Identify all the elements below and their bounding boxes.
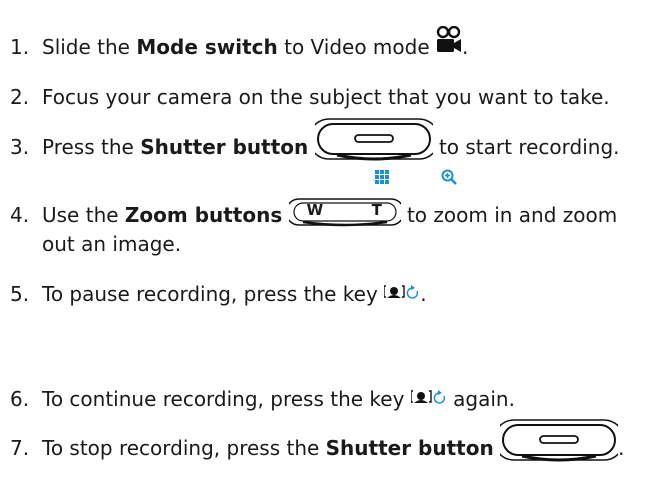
step-7: 7. To stop recording, press the Shutter b… xyxy=(10,418,625,462)
step-bold-term: Shutter button xyxy=(140,135,309,159)
step-text: Focus your camera on the subject that yo… xyxy=(42,85,610,109)
step-text: . xyxy=(420,282,427,306)
zoom-buttons-icon: W T xyxy=(288,197,401,227)
step-text: . xyxy=(462,35,469,59)
step-number: 5. xyxy=(10,282,30,306)
video-camera-icon xyxy=(436,25,462,52)
step-3: 3. Press the Shutter button to start reco… xyxy=(10,117,620,161)
step-4-continuation: out an image. xyxy=(42,232,182,256)
step-4: 4. Use the Zoom buttons W T to zoom in an… xyxy=(10,197,618,227)
step-text: Slide the xyxy=(42,35,137,59)
step-text: Press the xyxy=(42,135,141,159)
step-text: again. xyxy=(446,387,515,411)
zoom-wide-grid-icon xyxy=(375,170,389,184)
step-bold-term: Shutter button xyxy=(325,436,494,460)
step-2: 2. Focus your camera on the subject that … xyxy=(10,85,610,109)
step-text: Use the xyxy=(42,203,125,227)
step-number: 4. xyxy=(10,203,30,227)
step-number: 3. xyxy=(10,135,30,159)
zoom-tele-magnifier-icon xyxy=(441,169,457,185)
step-number: 7. xyxy=(10,436,30,460)
pause-record-key-icon xyxy=(384,284,419,299)
step-1: 1. Slide the Mode switch to Video mode . xyxy=(10,25,469,59)
step-text: To pause recording, press the key xyxy=(42,282,385,306)
step-text: To continue recording, press the key xyxy=(42,387,411,411)
step-text: To stop recording, press the xyxy=(42,436,326,460)
step-number: 2. xyxy=(10,85,30,109)
shutter-button-icon xyxy=(500,418,619,461)
zoom-wide-label: W xyxy=(306,200,324,219)
step-text: to Video mode xyxy=(277,35,437,59)
step-text: to start recording. xyxy=(432,135,620,159)
step-bold-term: Mode switch xyxy=(136,35,278,59)
pause-record-key-icon xyxy=(410,389,445,404)
shutter-button-icon xyxy=(314,117,433,160)
step-bold-term: Zoom buttons xyxy=(124,203,283,227)
step-number: 6. xyxy=(10,387,30,411)
zoom-tele-label: T xyxy=(371,200,382,219)
step-text: to zoom in and zoom xyxy=(406,203,618,227)
step-text: . xyxy=(618,436,625,460)
step-6: 6. To continue recording, press the key a… xyxy=(10,387,515,411)
step-number: 1. xyxy=(10,35,30,59)
step-5: 5. To pause recording, press the key . xyxy=(10,282,427,306)
